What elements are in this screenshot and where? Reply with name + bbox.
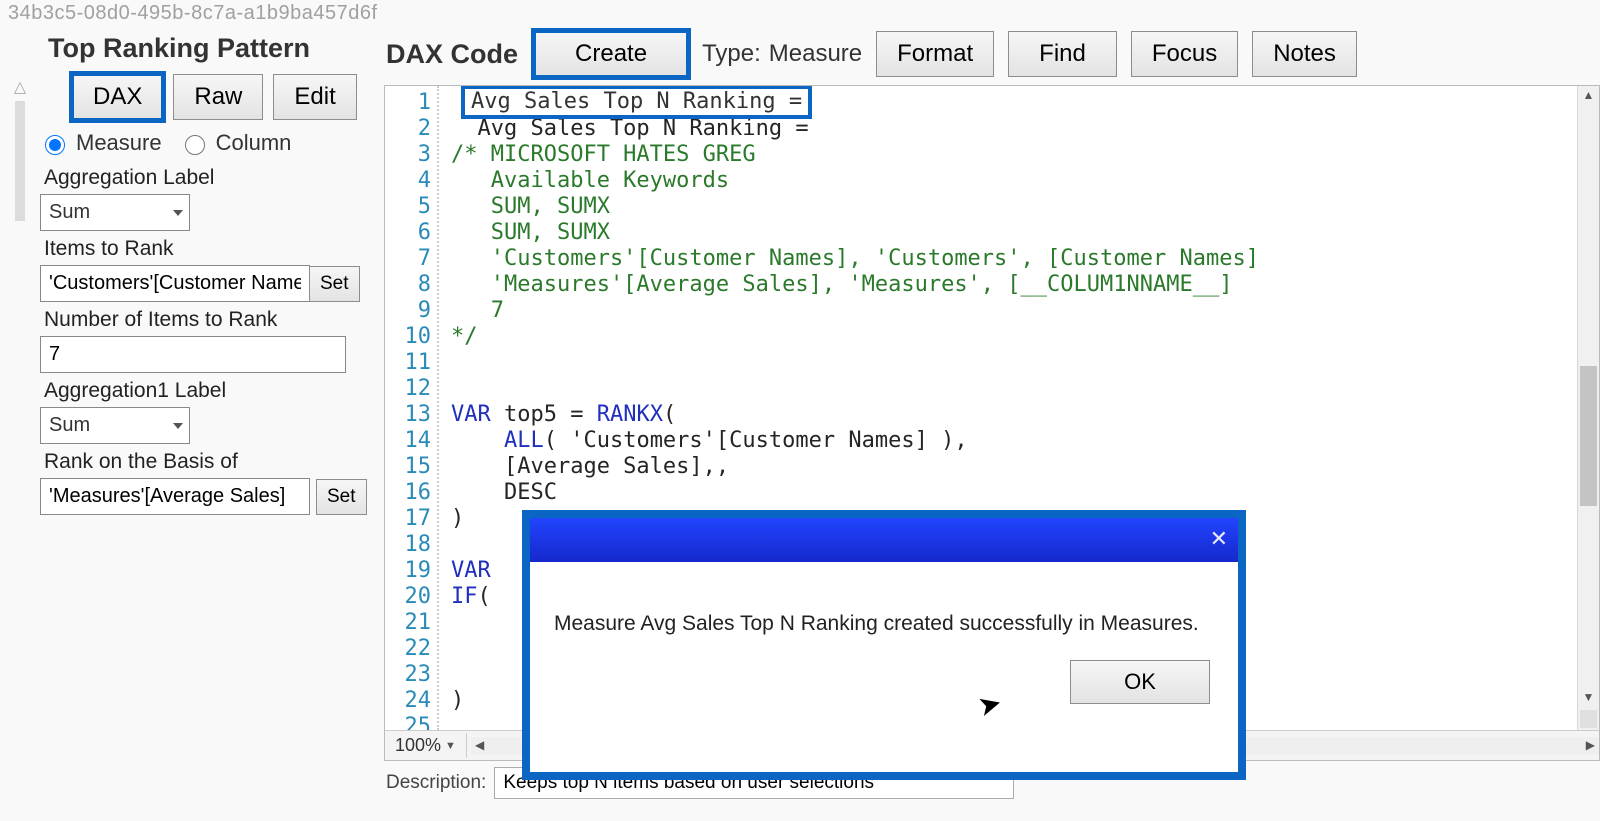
items-set-button[interactable]: Set xyxy=(309,266,360,302)
agg1-label: Aggregation1 Label xyxy=(44,379,374,403)
window-guid: 34b3c5-08d0-495b-8c7a-a1b9ba457d6f xyxy=(0,0,1600,27)
notes-button[interactable]: Notes xyxy=(1252,31,1357,77)
agg1-select-value: Sum xyxy=(49,414,90,436)
items-input[interactable] xyxy=(40,265,310,302)
numitems-label: Number of Items to Rank xyxy=(44,308,374,332)
radio-measure[interactable]: Measure xyxy=(40,130,162,156)
gutter-up-icon[interactable]: △ xyxy=(14,77,26,97)
agg-select-value: Sum xyxy=(49,201,90,223)
sidebar: Top Ranking Pattern DAX Raw Edit Measure… xyxy=(40,27,380,807)
code-line-12a: VAR xyxy=(451,402,491,427)
items-label: Items to Rank xyxy=(44,237,374,261)
scroll-corner xyxy=(1580,710,1597,728)
code-line-7: 'Measures'[Average Sales], 'Measures', [… xyxy=(451,272,1232,297)
tab-edit[interactable]: Edit xyxy=(273,74,356,120)
code-line-18b xyxy=(491,558,504,583)
code-line-2: /* MICROSOFT HATES GREG xyxy=(451,142,756,167)
measure-name-highlight: Avg Sales Top N Ranking = xyxy=(465,89,808,115)
code-line-13a: ALL xyxy=(451,428,544,453)
type-value: Measure xyxy=(769,40,862,68)
code-line-23: ) xyxy=(451,688,464,713)
code-line-18a: VAR xyxy=(451,558,491,583)
agg1-select[interactable]: Sum xyxy=(40,407,190,444)
dialog-message: Measure Avg Sales Top N Ranking created … xyxy=(554,612,1199,635)
editor-vscroll[interactable]: ▲ ▼ xyxy=(1577,86,1599,730)
code-line-14: [Average Sales],, xyxy=(451,454,729,479)
gutter-scrollbar[interactable] xyxy=(15,101,25,221)
scroll-right-icon[interactable]: ▶ xyxy=(1586,738,1595,752)
sidebar-tabs: DAX Raw Edit xyxy=(72,74,374,120)
radio-column[interactable]: Column xyxy=(180,130,292,156)
scroll-up-icon[interactable]: ▲ xyxy=(1583,88,1595,102)
close-icon[interactable]: ✕ xyxy=(1210,526,1228,552)
left-gutter: △ xyxy=(0,27,40,807)
toolbar-title: DAX Code xyxy=(386,39,518,70)
caret-icon xyxy=(173,210,183,216)
code-line-16: ) xyxy=(451,506,464,531)
line-numbers: 1234567891011121314151617181920212223242… xyxy=(385,86,439,730)
zoom-selector[interactable]: 100% ▼ xyxy=(385,733,467,758)
code-line-20 xyxy=(451,610,504,635)
toolbar: DAX Code Create Type: Measure Format Fin… xyxy=(384,27,1600,85)
radio-column-input[interactable] xyxy=(185,135,205,155)
code-line-1: Avg Sales Top N Ranking = xyxy=(451,116,822,141)
code-line-8: 7 xyxy=(451,298,504,323)
caret-icon: ▼ xyxy=(445,740,456,752)
type-display: Type: Measure xyxy=(702,40,862,68)
sidebar-title: Top Ranking Pattern xyxy=(48,33,374,64)
code-line-19a: IF xyxy=(451,584,478,609)
agg-label: Aggregation Label xyxy=(44,166,374,190)
ok-button[interactable]: OK xyxy=(1070,660,1210,704)
type-label: Type: xyxy=(702,40,761,68)
caret-icon xyxy=(173,423,183,429)
radio-column-label: Column xyxy=(216,130,292,156)
code-line-9: */ xyxy=(451,324,478,349)
scroll-left-icon[interactable]: ◀ xyxy=(475,738,484,752)
code-line-5: SUM, SUMX xyxy=(451,220,610,245)
code-line-13d: [Customer Names] ), xyxy=(716,428,968,453)
code-line-19b: ( xyxy=(478,584,491,609)
focus-button[interactable]: Focus xyxy=(1131,31,1238,77)
find-button[interactable]: Find xyxy=(1008,31,1117,77)
code-line-6: 'Customers'[Customer Names], 'Customers'… xyxy=(451,246,1259,271)
code-line-12c: RANKX xyxy=(597,402,663,427)
create-button[interactable]: Create xyxy=(534,31,688,77)
code-line-12b: top5 = xyxy=(491,402,597,427)
dialog-body: Measure Avg Sales Top N Ranking created … xyxy=(530,562,1238,722)
code-line-12d: ( xyxy=(663,402,676,427)
radio-measure-label: Measure xyxy=(76,130,162,156)
scroll-down-icon[interactable]: ▼ xyxy=(1583,690,1595,704)
numitems-input[interactable] xyxy=(40,336,346,373)
description-label: Description: xyxy=(386,772,486,794)
code-line-21 xyxy=(451,636,504,661)
dialog-header: ✕ xyxy=(530,518,1238,562)
zoom-value: 100% xyxy=(395,735,441,756)
rankon-label: Rank on the Basis of xyxy=(44,450,374,474)
radio-row: Measure Column xyxy=(40,130,374,156)
code-line-13b: ( xyxy=(544,428,571,453)
success-dialog: ✕ Measure Avg Sales Top N Ranking create… xyxy=(522,510,1246,780)
tab-dax[interactable]: DAX xyxy=(72,74,163,120)
code-line-3: Available Keywords xyxy=(451,168,729,193)
code-line-15: DESC xyxy=(451,480,557,505)
code-line-22 xyxy=(451,662,504,687)
code-line-4: SUM, SUMX xyxy=(451,194,610,219)
format-button[interactable]: Format xyxy=(876,31,994,77)
radio-measure-input[interactable] xyxy=(45,135,65,155)
code-line-13c: 'Customers' xyxy=(570,428,716,453)
agg-select[interactable]: Sum xyxy=(40,194,190,231)
tab-raw[interactable]: Raw xyxy=(173,74,263,120)
scroll-thumb[interactable] xyxy=(1580,366,1597,506)
rankon-set-button[interactable]: Set xyxy=(316,479,367,515)
rankon-input[interactable] xyxy=(40,478,310,515)
